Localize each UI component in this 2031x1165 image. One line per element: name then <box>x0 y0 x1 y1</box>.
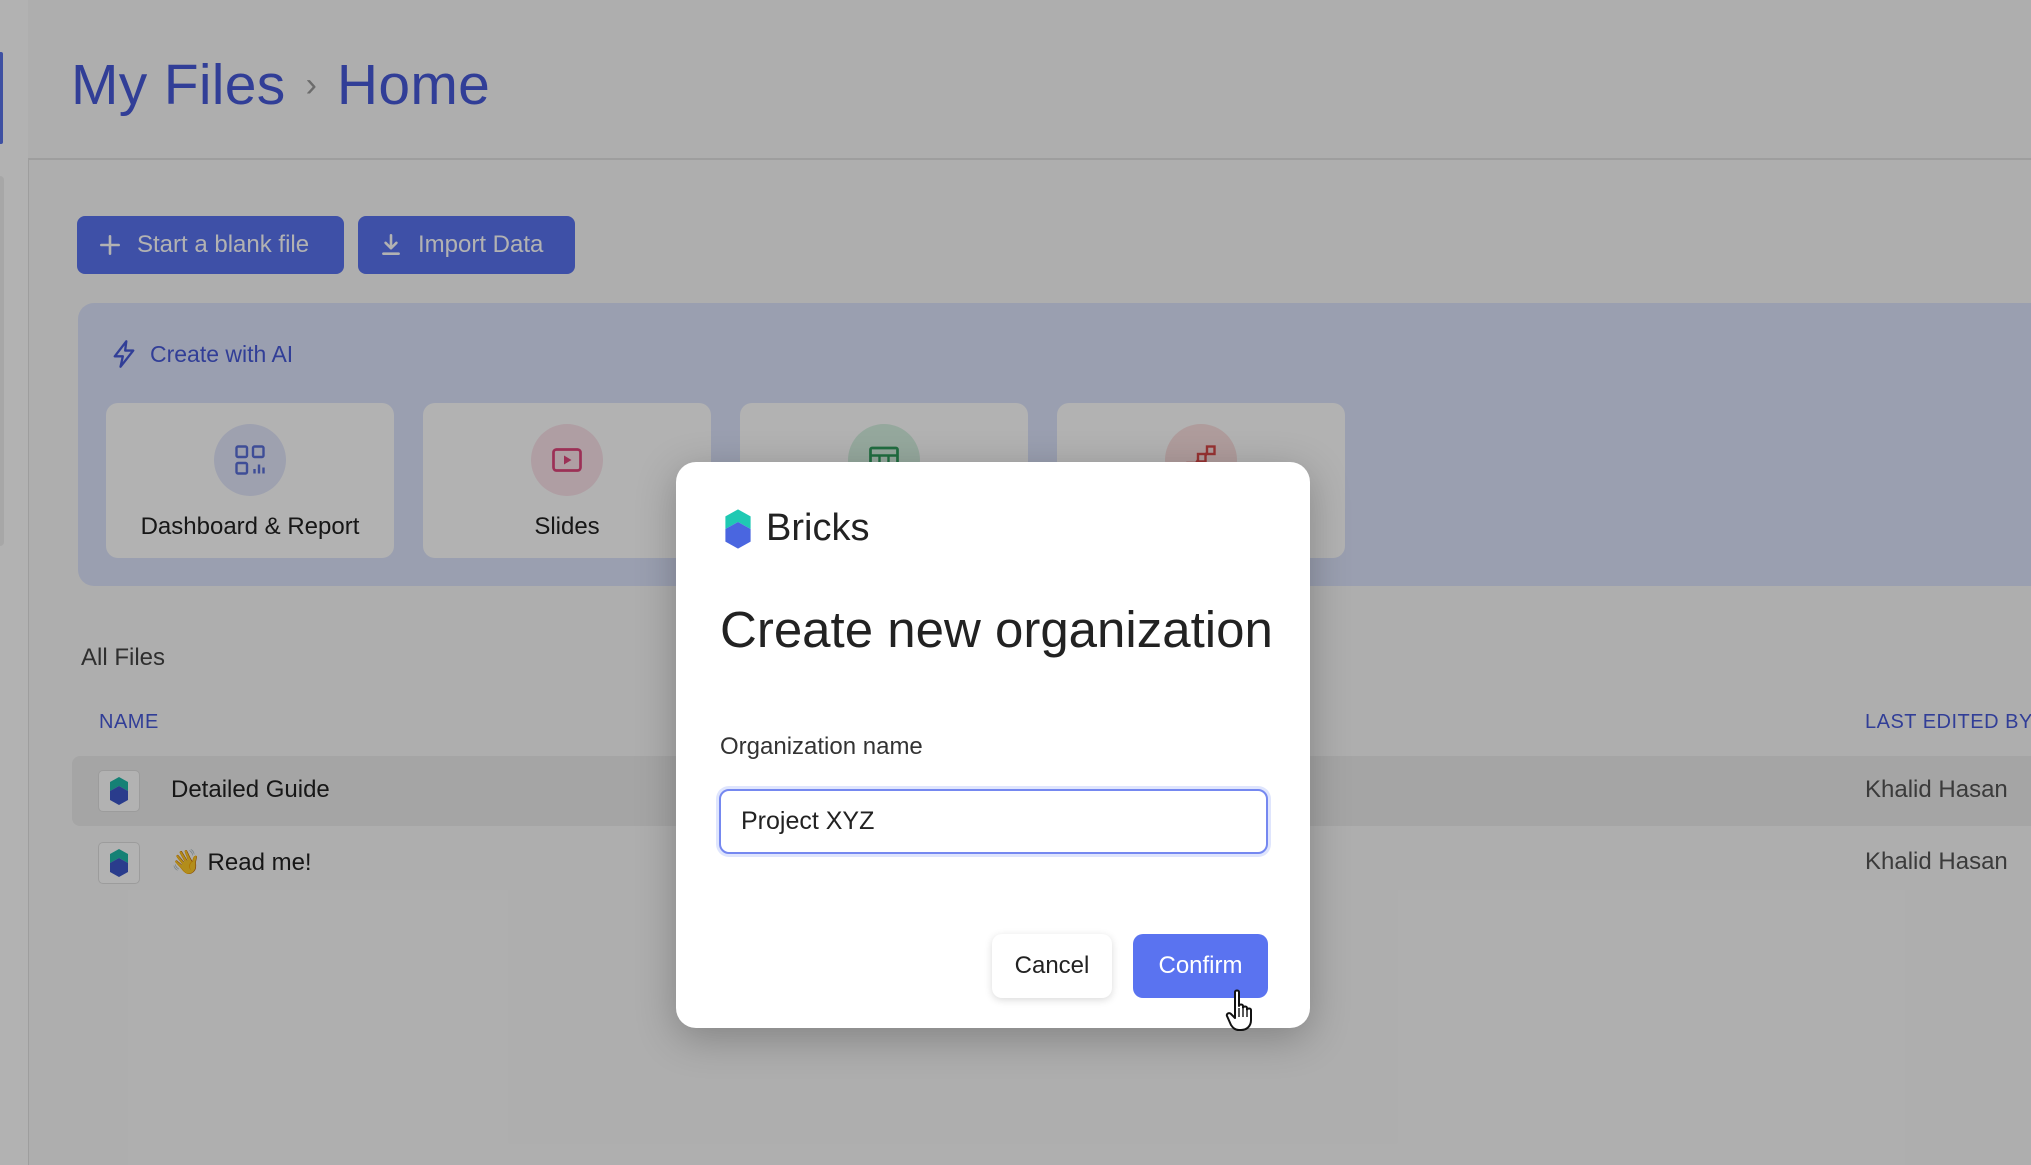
cancel-button[interactable]: Cancel <box>992 934 1112 998</box>
brand-name: Bricks <box>766 507 870 549</box>
bricks-logo-icon <box>725 508 751 549</box>
organization-name-label: Organization name <box>720 733 923 760</box>
hand-cursor-icon <box>1225 989 1252 1031</box>
dialog-title: Create new organization <box>720 601 1273 658</box>
create-organization-dialog: Bricks Create new organization Organizat… <box>676 462 1310 1031</box>
brand-logo: Bricks <box>724 507 869 550</box>
organization-name-input[interactable] <box>719 789 1268 854</box>
